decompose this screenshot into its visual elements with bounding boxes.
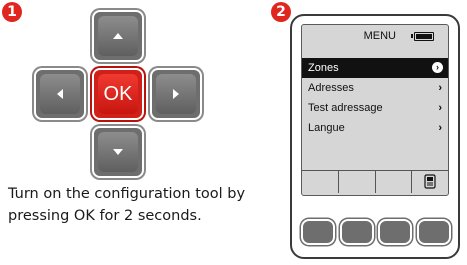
triangle-right-icon (173, 89, 179, 99)
chevron-right-icon: › (432, 62, 443, 73)
menu-list: Zones › Adresses › Test adressage › Lang… (302, 58, 448, 138)
battery-icon (411, 32, 434, 41)
illustration: 1 2 OK Turn on the configuration tool by… (0, 0, 467, 265)
hardware-button-3[interactable] (378, 219, 413, 245)
ok-label: OK (103, 83, 133, 105)
hardware-button-1[interactable] (301, 219, 335, 245)
softkey-slot-1 (302, 171, 339, 193)
triangle-up-icon (113, 33, 123, 39)
menu-item-label: Zones (308, 62, 339, 74)
configuration-tool: MENU Zones › Adresses › Test adressage ›… (290, 14, 460, 259)
chevron-right-icon: › (438, 122, 442, 134)
step-2-badge: 2 (271, 2, 291, 22)
softkey-slot-3 (376, 171, 413, 193)
up-key[interactable] (92, 10, 144, 62)
chevron-right-icon: › (438, 82, 442, 94)
menu-item-adresses[interactable]: Adresses › (302, 78, 448, 98)
left-key[interactable] (34, 68, 86, 120)
hardware-buttons (301, 219, 451, 247)
instruction-text: Turn on the configuration tool by pressi… (8, 186, 246, 224)
menu-item-label: Adresses (308, 82, 354, 94)
softkey-slot-4 (412, 171, 448, 193)
triangle-down-icon (113, 149, 123, 155)
down-key[interactable] (92, 126, 144, 178)
softkey-slot-2 (339, 171, 376, 193)
menu-title: MENU (363, 30, 396, 42)
right-key[interactable] (150, 68, 202, 120)
device-screen: MENU Zones › Adresses › Test adressage ›… (301, 24, 449, 196)
step-1-badge: 1 (2, 2, 22, 22)
device-icon (424, 174, 436, 189)
ok-key[interactable]: OK (92, 68, 144, 120)
menu-item-test-adressage[interactable]: Test adressage › (302, 98, 448, 118)
triangle-left-icon (57, 89, 63, 99)
menu-item-label: Test adressage (308, 102, 383, 114)
softkey-bar (302, 170, 448, 193)
menu-item-zones[interactable]: Zones › (302, 58, 448, 78)
hardware-button-4[interactable] (416, 219, 451, 245)
hardware-button-2[interactable] (339, 219, 374, 245)
menu-item-label: Langue (308, 122, 345, 134)
menu-item-langue[interactable]: Langue › (302, 118, 448, 138)
screen-header: MENU (302, 25, 448, 47)
chevron-right-icon: › (438, 102, 442, 114)
